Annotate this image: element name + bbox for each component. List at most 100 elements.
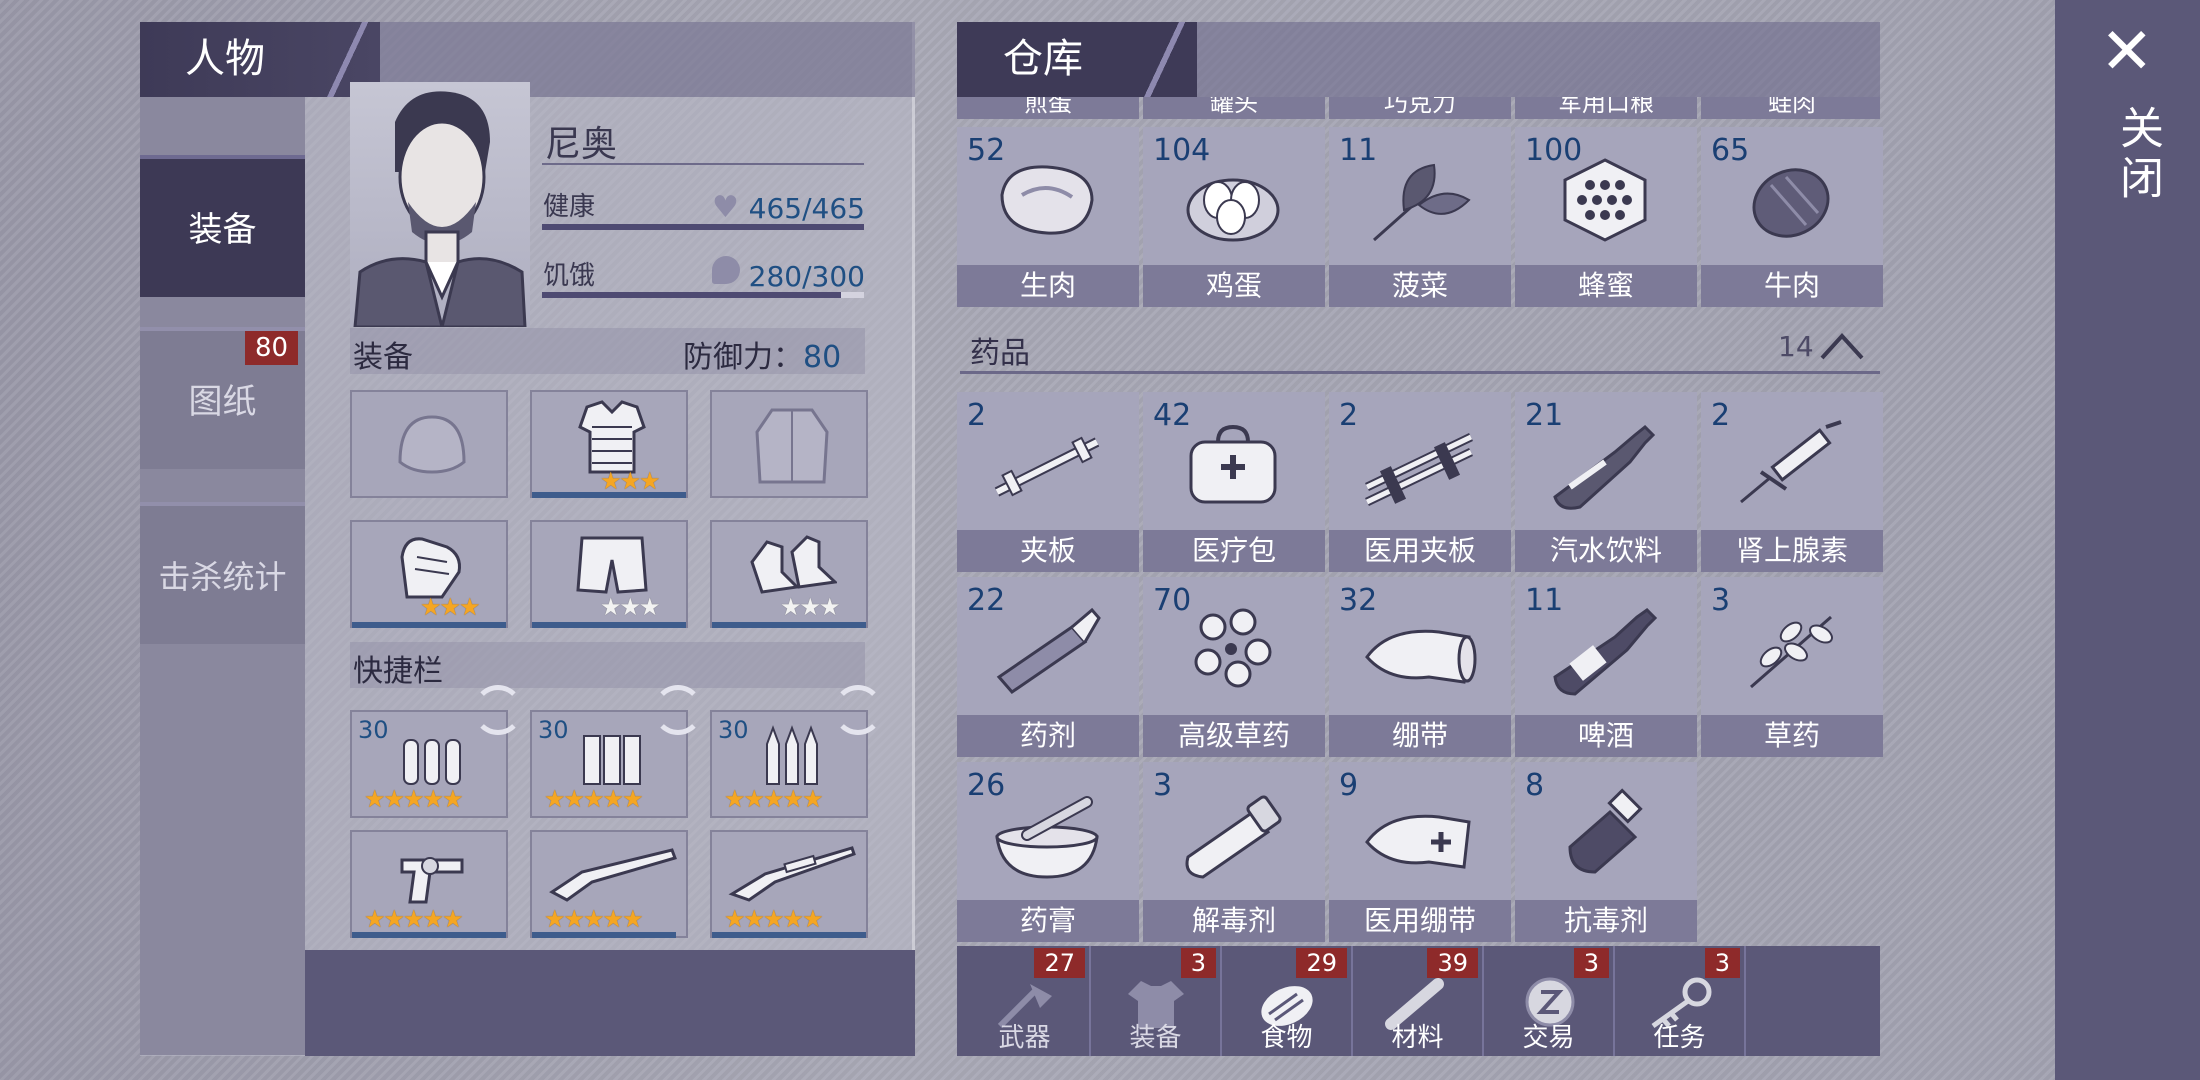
tab-label: 材料 (1391, 1023, 1444, 1053)
raw-meat-icon (1000, 165, 1094, 235)
item-label: 绷带 (1329, 715, 1511, 757)
swap-icon[interactable] (653, 685, 703, 735)
item-label: 草药 (1701, 715, 1883, 757)
slot-legs-bar (532, 622, 686, 628)
swap-icon[interactable] (473, 685, 523, 735)
beef-icon (1752, 168, 1830, 238)
quickbar-slot-3-stars: ★★★★★ (724, 785, 824, 813)
category-tab-tasks[interactable]: 3 任务 (1615, 946, 1746, 1056)
item-card-spinach[interactable]: 11 菠菜 (1329, 127, 1511, 307)
item-count: 2 (1711, 398, 1731, 433)
equipment-slot-hands[interactable]: ★★★ (350, 520, 508, 628)
item-label[interactable]: 蛙肉 (1701, 97, 1880, 119)
name-underline (542, 163, 864, 165)
slot-hands-bar (352, 622, 506, 628)
category-tab-weapons[interactable]: 27 武器 (960, 946, 1091, 1056)
quickbar-slot-4[interactable]: ★★★★★ (350, 830, 508, 938)
item-card-bandage[interactable]: 32 绷带 (1329, 577, 1511, 757)
item-label: 解毒剂 (1143, 900, 1325, 942)
health-bar-fill (542, 224, 864, 230)
defense-value: 80 (803, 340, 842, 375)
equipment-slot-outer[interactable] (710, 390, 868, 498)
tab-badge: 3 (1704, 948, 1740, 978)
tab-kill-stats[interactable]: 击杀统计 (140, 502, 305, 644)
shells-icon (583, 735, 641, 785)
item-count: 104 (1153, 133, 1211, 168)
close-icon[interactable]: ✕ (2100, 20, 2154, 84)
item-card-medical-bandage[interactable]: 9 医用绷带 (1329, 762, 1511, 942)
slot-feet-bar (712, 622, 866, 628)
chevron-up-icon[interactable] (1818, 328, 1866, 364)
item-card-medical-splint[interactable]: 2 医用夹板 (1329, 392, 1511, 572)
tab-label: 任务 (1653, 1023, 1706, 1053)
item-label: 抗毒剂 (1515, 900, 1697, 942)
equipment-slot-feet[interactable]: ★★★ (710, 520, 868, 628)
item-card-antitoxin[interactable]: 8 抗毒剂 (1515, 762, 1697, 942)
item-card-ointment[interactable]: 26 药膏 (957, 762, 1139, 942)
item-label[interactable]: 巧克力 (1329, 97, 1511, 119)
item-card-premium-herb[interactable]: 70 高级草药 (1143, 577, 1325, 757)
health-label: 健康 (543, 192, 596, 222)
category-tab-food[interactable]: 29 食物 (1222, 946, 1353, 1056)
category-tab-trade[interactable]: 3 交易 (1484, 946, 1615, 1056)
tab-badge: 39 (1427, 948, 1478, 978)
item-card-beer[interactable]: 11 啤酒 (1515, 577, 1697, 757)
tab-equipment[interactable]: 装备 (140, 155, 305, 297)
herb-icon (1750, 615, 1833, 689)
close-label[interactable]: 关闭 (2105, 105, 2169, 205)
sniper-rifle-icon (728, 846, 856, 902)
item-label[interactable]: 军用口粮 (1515, 97, 1697, 119)
item-count: 2 (967, 398, 987, 433)
category-header-medicine[interactable]: 药品 14 (960, 322, 1880, 374)
vial-icon (1185, 795, 1282, 879)
tab-label: 交易 (1522, 1023, 1575, 1053)
item-card-soda[interactable]: 21 汽水饮料 (1515, 392, 1697, 572)
item-card-medkit[interactable]: 42 医疗包 (1143, 392, 1325, 572)
item-count: 11 (1339, 133, 1378, 168)
quickbar-slot-6[interactable]: ★★★★★ (710, 830, 868, 938)
item-count: 100 (1525, 133, 1583, 168)
item-card-antidote[interactable]: 3 解毒剂 (1143, 762, 1325, 942)
quickbar-slot-3-count: 30 (718, 716, 749, 744)
honeycomb-icon (1563, 158, 1647, 242)
item-count: 52 (967, 133, 1006, 168)
health-value: 465/465 (748, 192, 865, 225)
item-card-herb[interactable]: 3 草药 (1701, 577, 1883, 757)
equipment-slot-head[interactable] (350, 390, 508, 498)
tab-label: 食物 (1260, 1023, 1313, 1053)
item-label: 汽水饮料 (1515, 530, 1697, 572)
equipment-label: 装备 (353, 340, 413, 375)
premium-herb-icon (1194, 608, 1272, 688)
swap-icon[interactable] (833, 685, 883, 735)
hunger-bar (542, 292, 864, 298)
item-card-adrenaline[interactable]: 2 肾上腺素 (1701, 392, 1883, 572)
quickbar-slot-5[interactable]: ★★★★★ (530, 830, 688, 938)
character-panel-footer (305, 950, 915, 1056)
item-card-potion[interactable]: 22 药剂 (957, 577, 1139, 757)
medical-splint-icon (1365, 432, 1473, 507)
item-count: 11 (1525, 583, 1564, 618)
tab-blueprints-label: 图纸 (188, 382, 257, 422)
item-count: 8 (1525, 768, 1545, 803)
item-card-raw-meat[interactable]: 52 生肉 (957, 127, 1139, 307)
category-tab-materials[interactable]: 39 材料 (1353, 946, 1484, 1056)
item-count: 65 (1711, 133, 1750, 168)
item-card-eggs[interactable]: 104 鸡蛋 (1143, 127, 1325, 307)
item-card-splint[interactable]: 2 夹板 (957, 392, 1139, 572)
shotgun-icon (549, 848, 677, 902)
slot-feet-stars: ★★★ (780, 593, 841, 621)
item-label[interactable]: 煎蛋 (957, 97, 1139, 119)
item-count: 70 (1153, 583, 1192, 618)
scrolled-item-row: 煎蛋 罐头 巧克力 军用口粮 蛙肉 (957, 97, 1880, 121)
category-tab-equipment[interactable]: 3 装备 (1091, 946, 1222, 1056)
item-count: 9 (1339, 768, 1359, 803)
equipment-slot-body[interactable]: ★★★ (530, 390, 688, 498)
item-card-honey[interactable]: 100 蜂蜜 (1515, 127, 1697, 307)
item-label[interactable]: 罐头 (1143, 97, 1325, 119)
item-label: 医用绷带 (1329, 900, 1511, 942)
equipment-slot-legs[interactable]: ★★★ (530, 520, 688, 628)
item-label: 菠菜 (1329, 265, 1511, 307)
splint-icon (994, 436, 1100, 497)
blueprints-badge: 80 (245, 331, 299, 365)
item-card-beef[interactable]: 65 牛肉 (1701, 127, 1883, 307)
